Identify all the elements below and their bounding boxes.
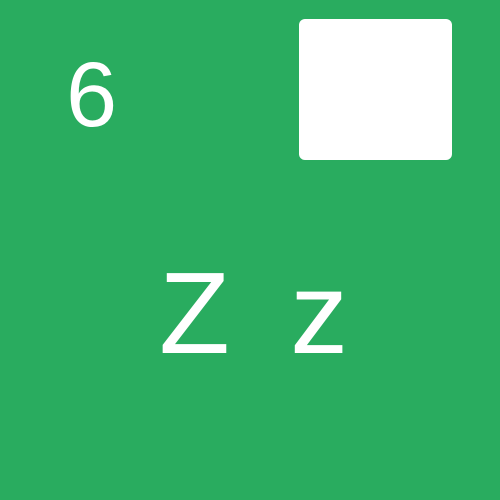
card-number: 6 (66, 44, 118, 146)
alphabet-card: 6 Z z (0, 0, 500, 500)
white-square-shape (299, 19, 452, 160)
card-letters: Z z (159, 248, 363, 378)
